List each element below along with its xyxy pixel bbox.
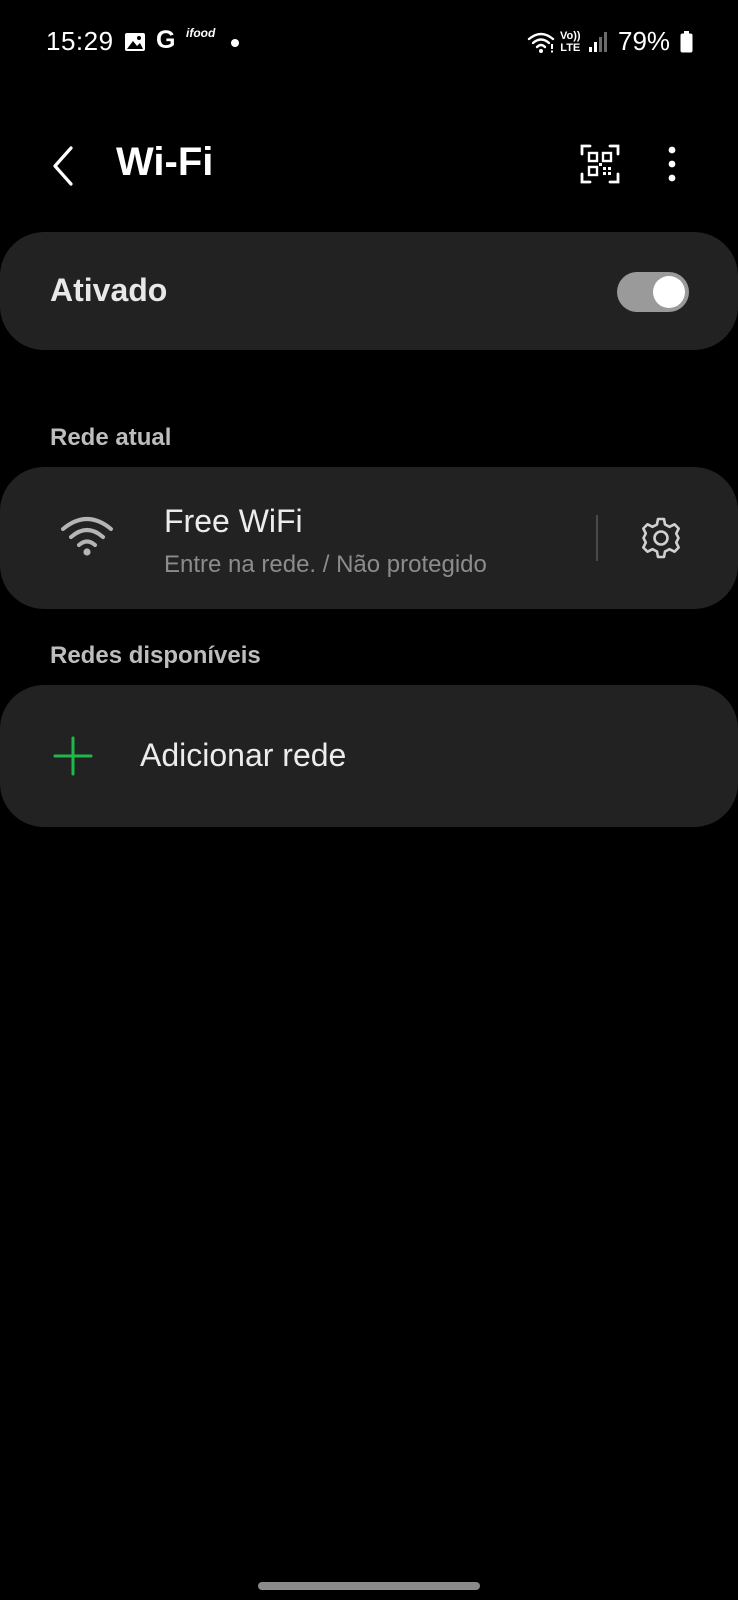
gear-icon xyxy=(642,517,680,559)
gallery-icon xyxy=(125,33,145,51)
switch-knob xyxy=(653,276,685,308)
app-bar: Wi-Fi xyxy=(0,120,738,210)
volte-top-label: Vo)) xyxy=(560,30,581,42)
google-icon: G xyxy=(156,26,176,54)
wifi-toggle-label: Ativado xyxy=(50,272,168,308)
wifi-icon xyxy=(527,32,555,53)
add-network-label: Adicionar rede xyxy=(140,737,347,773)
back-button[interactable] xyxy=(40,142,88,190)
qr-code-scan-icon xyxy=(580,144,620,184)
signal-icon xyxy=(589,32,607,52)
more-vertical-icon xyxy=(668,146,676,182)
status-time: 15:29 xyxy=(46,26,114,56)
section-header-current-network: Rede atual xyxy=(50,424,172,451)
plus-icon xyxy=(53,736,93,776)
divider xyxy=(596,515,598,561)
volte-bottom-label: LTE xyxy=(560,42,581,54)
status-bar: 15:29 G ifood Vo)) LTE 79% xyxy=(0,0,738,86)
battery-percent: 79% xyxy=(618,26,671,56)
qr-scan-button[interactable] xyxy=(578,142,622,186)
current-network-row[interactable]: Free WiFi Entre na rede. / Não protegido xyxy=(0,467,738,609)
page-title: Wi-Fi xyxy=(116,140,214,184)
battery-icon xyxy=(680,31,693,53)
network-name: Free WiFi xyxy=(164,503,303,539)
volte-icon: Vo)) LTE xyxy=(560,30,581,54)
ifood-icon: ifood xyxy=(186,26,216,40)
more-options-button[interactable] xyxy=(650,142,694,186)
wifi-toggle-row[interactable]: Ativado xyxy=(0,232,738,350)
network-settings-button[interactable] xyxy=(638,515,684,561)
chevron-left-icon xyxy=(53,146,73,186)
network-status: Entre na rede. / Não protegido xyxy=(164,551,487,578)
wifi-icon xyxy=(61,517,113,556)
wifi-switch[interactable] xyxy=(617,272,689,312)
dot-icon xyxy=(231,39,239,47)
home-indicator[interactable] xyxy=(258,1582,480,1590)
add-network-row[interactable]: Adicionar rede xyxy=(0,685,738,827)
section-header-available-networks: Redes disponíveis xyxy=(50,642,261,669)
